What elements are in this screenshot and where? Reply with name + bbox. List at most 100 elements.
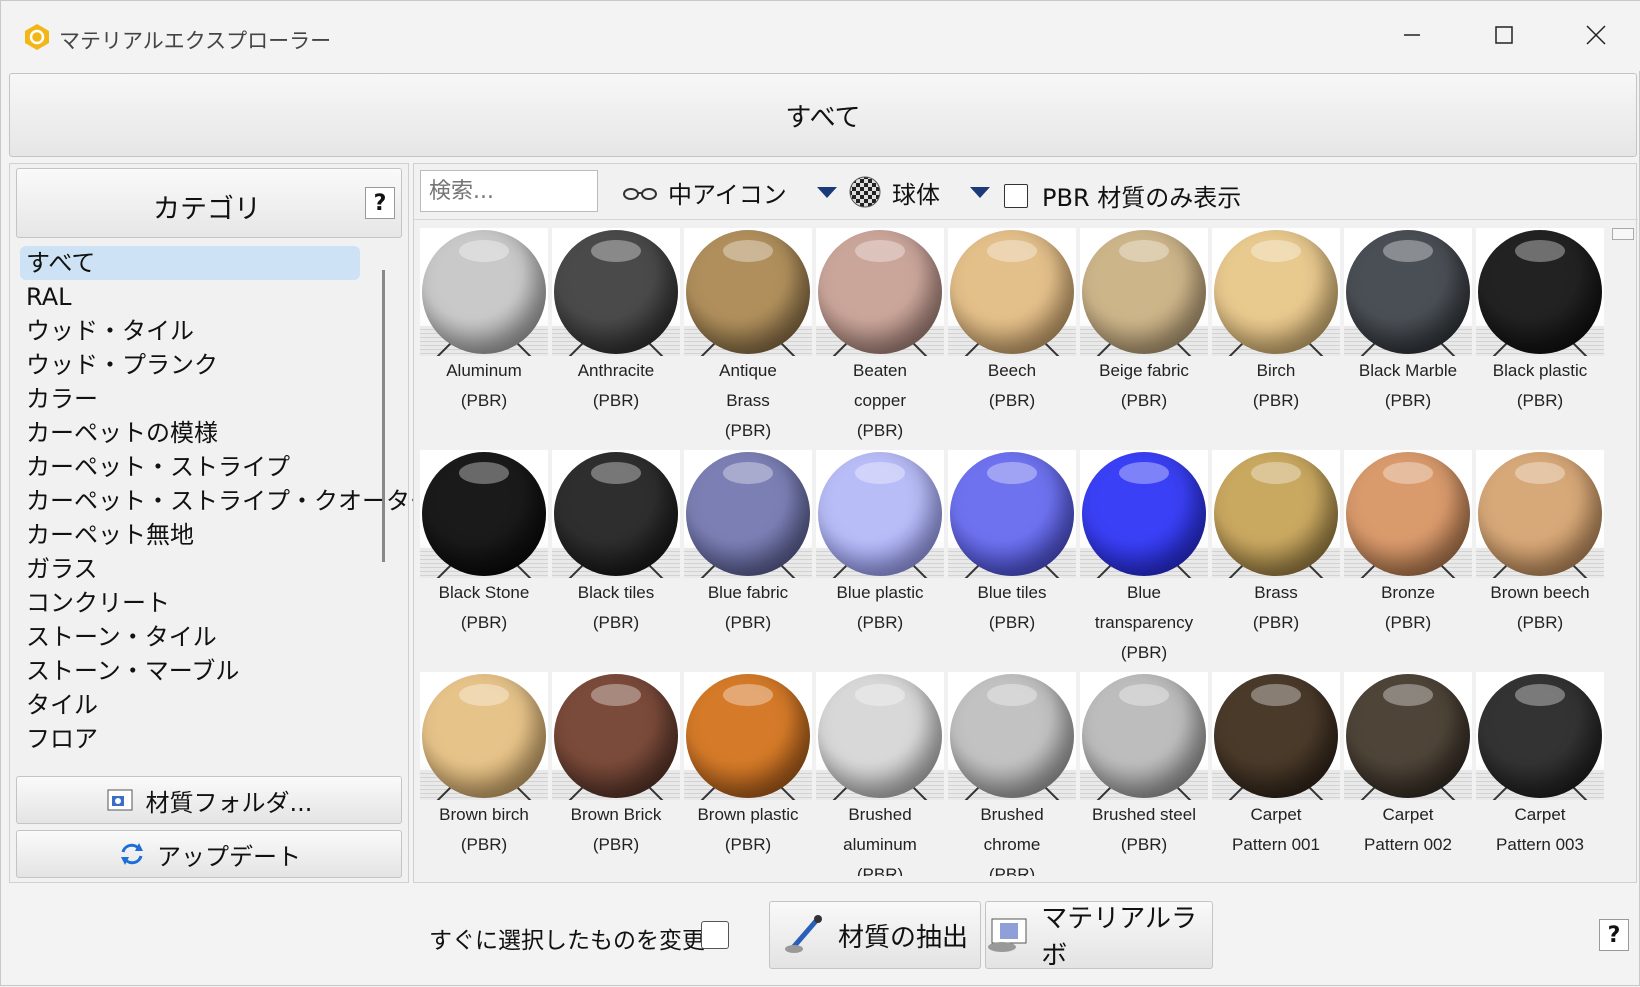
- material-name: Brown plastic (PBR): [697, 805, 799, 854]
- material-name: Carpet Pattern 001: [1232, 805, 1320, 854]
- refresh-icon: [121, 843, 143, 865]
- category-item-carpet-pattern[interactable]: カーペットの模様: [20, 416, 380, 450]
- help-button[interactable]: ?: [1599, 919, 1629, 951]
- material-preview: [816, 450, 944, 578]
- material-tile[interactable]: Black Marble (PBR): [1344, 228, 1472, 450]
- maximize-button[interactable]: [1481, 15, 1527, 55]
- material-name: Brushed steel (PBR): [1092, 805, 1196, 854]
- material-lab-label: マテリアルラボ: [1041, 904, 1197, 971]
- material-tile[interactable]: Black Stone (PBR): [420, 450, 548, 672]
- category-item-color[interactable]: カラー: [20, 382, 380, 416]
- material-tile[interactable]: Brushed steel (PBR): [1080, 672, 1208, 876]
- material-lab-button[interactable]: マテリアルラボ: [985, 901, 1213, 971]
- material-tile[interactable]: Black plastic (PBR): [1476, 228, 1604, 450]
- material-tile[interactable]: Brown beech (PBR): [1476, 450, 1604, 672]
- app-logo-icon: [23, 23, 51, 51]
- material-tile[interactable]: Brown birch (PBR): [420, 672, 548, 876]
- material-sphere: [686, 452, 810, 576]
- category-item-carpet-plain[interactable]: カーペット無地: [20, 518, 380, 552]
- material-name: Anthracite (PBR): [577, 361, 655, 410]
- category-item-ral[interactable]: RAL: [20, 280, 380, 314]
- material-sphere: [1082, 230, 1206, 354]
- pbr-only-checkbox[interactable]: [1004, 183, 1028, 208]
- category-item-tile[interactable]: タイル: [20, 688, 380, 722]
- material-tile[interactable]: Brushed chrome (PBR): [948, 672, 1076, 876]
- material-lab-icon: [988, 918, 1027, 952]
- extract-material-button[interactable]: 材質の抽出: [769, 901, 981, 969]
- material-sphere: [686, 230, 810, 354]
- grid-scrollbar[interactable]: [1612, 228, 1634, 240]
- material-folder-label: 材質フォルダ...: [145, 788, 313, 817]
- material-name: Black Stone (PBR): [438, 583, 530, 632]
- material-tile[interactable]: Beaten copper (PBR): [816, 228, 944, 450]
- material-tile[interactable]: Brass (PBR): [1212, 450, 1340, 672]
- category-item-wood-tile[interactable]: ウッド・タイル: [20, 314, 380, 348]
- material-tile[interactable]: Beige fabric (PBR): [1080, 228, 1208, 450]
- category-item-carpet-stripe[interactable]: カーペット・ストライプ: [20, 450, 380, 484]
- eyedropper-icon: [784, 915, 822, 953]
- material-name: Blue tiles (PBR): [977, 583, 1047, 632]
- material-tile[interactable]: Antique Brass (PBR): [684, 228, 812, 450]
- material-preview: [1476, 672, 1604, 800]
- search-input[interactable]: [420, 170, 598, 212]
- material-tile[interactable]: Blue transparency (PBR): [1080, 450, 1208, 672]
- material-tile[interactable]: Bronze (PBR): [1344, 450, 1472, 672]
- material-tile[interactable]: Anthracite (PBR): [552, 228, 680, 450]
- material-name: Brown birch (PBR): [439, 805, 529, 854]
- material-tile[interactable]: Brushed aluminum (PBR): [816, 672, 944, 876]
- update-button[interactable]: アップデート: [16, 830, 402, 878]
- material-tile[interactable]: Blue fabric (PBR): [684, 450, 812, 672]
- close-button[interactable]: [1573, 15, 1619, 55]
- category-list: すべて RAL ウッド・タイル ウッド・プランク カラー カーペットの模様 カー…: [20, 246, 434, 756]
- preview-shape-dropdown[interactable]: 球体: [848, 172, 990, 212]
- material-preview: [684, 228, 812, 356]
- category-item-stone-tile[interactable]: ストーン・タイル: [20, 620, 380, 654]
- material-tile[interactable]: Blue tiles (PBR): [948, 450, 1076, 672]
- bottom-bar: すぐに選択したものを変更: 材質の抽出 マテリアルラボ ?: [1, 887, 1640, 987]
- view-mode-dropdown[interactable]: 中アイコン: [622, 172, 837, 212]
- instant-apply-checkbox[interactable]: [701, 921, 729, 949]
- material-tile[interactable]: Carpet Pattern 001: [1212, 672, 1340, 876]
- material-tile[interactable]: Beech (PBR): [948, 228, 1076, 450]
- category-item-carpet-stripe-quarter[interactable]: カーペット・ストライプ・クオーター: [20, 484, 434, 518]
- folder-icon: [107, 789, 133, 811]
- category-scrollbar[interactable]: [382, 270, 385, 562]
- material-tile[interactable]: Aluminum (PBR): [420, 228, 548, 450]
- materials-toolbar: 中アイコン 球体 PBR 材質のみ表示: [414, 164, 1638, 220]
- material-tile[interactable]: Birch (PBR): [1212, 228, 1340, 450]
- material-tile[interactable]: Blue plastic (PBR): [816, 450, 944, 672]
- material-preview: [1080, 450, 1208, 578]
- material-name: Aluminum (PBR): [446, 361, 522, 410]
- material-name: Carpet Pattern 002: [1364, 805, 1452, 854]
- category-item-wood-plank[interactable]: ウッド・プランク: [20, 348, 380, 382]
- all-materials-button[interactable]: すべて: [9, 73, 1637, 157]
- category-item-concrete[interactable]: コンクリート: [20, 586, 380, 620]
- material-tile[interactable]: Carpet Pattern 002: [1344, 672, 1472, 876]
- material-tile[interactable]: Carpet Pattern 003: [1476, 672, 1604, 876]
- material-tile[interactable]: Brown Brick (PBR): [552, 672, 680, 876]
- material-preview: [552, 450, 680, 578]
- material-name: Black Marble (PBR): [1358, 361, 1458, 410]
- material-sphere: [1478, 452, 1602, 576]
- pbr-only-label: PBR 材質のみ表示: [1042, 184, 1242, 212]
- material-name: Beige fabric (PBR): [1099, 361, 1189, 410]
- material-preview: [948, 228, 1076, 356]
- title-bar: マテリアルエクスプローラー: [1, 1, 1640, 71]
- material-tile[interactable]: Brown plastic (PBR): [684, 672, 812, 876]
- material-folder-button[interactable]: 材質フォルダ...: [16, 776, 402, 824]
- category-item-glass[interactable]: ガラス: [20, 552, 380, 586]
- category-item-floor[interactable]: フロア: [20, 722, 380, 756]
- pbr-only-toggle[interactable]: PBR 材質のみ表示: [1004, 178, 1241, 213]
- category-help-button[interactable]: ?: [365, 187, 395, 219]
- material-tile[interactable]: Black tiles (PBR): [552, 450, 680, 672]
- material-explorer-window: マテリアルエクスプローラー すべて カテゴリ ? すべて RAL ウッド・タイル…: [0, 0, 1640, 986]
- material-name: Brushed aluminum (PBR): [843, 805, 917, 876]
- minimize-button[interactable]: [1389, 15, 1435, 55]
- category-item-stone-marble[interactable]: ストーン・マーブル: [20, 654, 380, 688]
- material-sphere: [818, 452, 942, 576]
- material-sphere: [422, 230, 546, 354]
- material-preview: [420, 672, 548, 800]
- category-item-all[interactable]: すべて: [20, 246, 360, 280]
- material-sphere: [1478, 674, 1602, 798]
- material-preview: [552, 228, 680, 356]
